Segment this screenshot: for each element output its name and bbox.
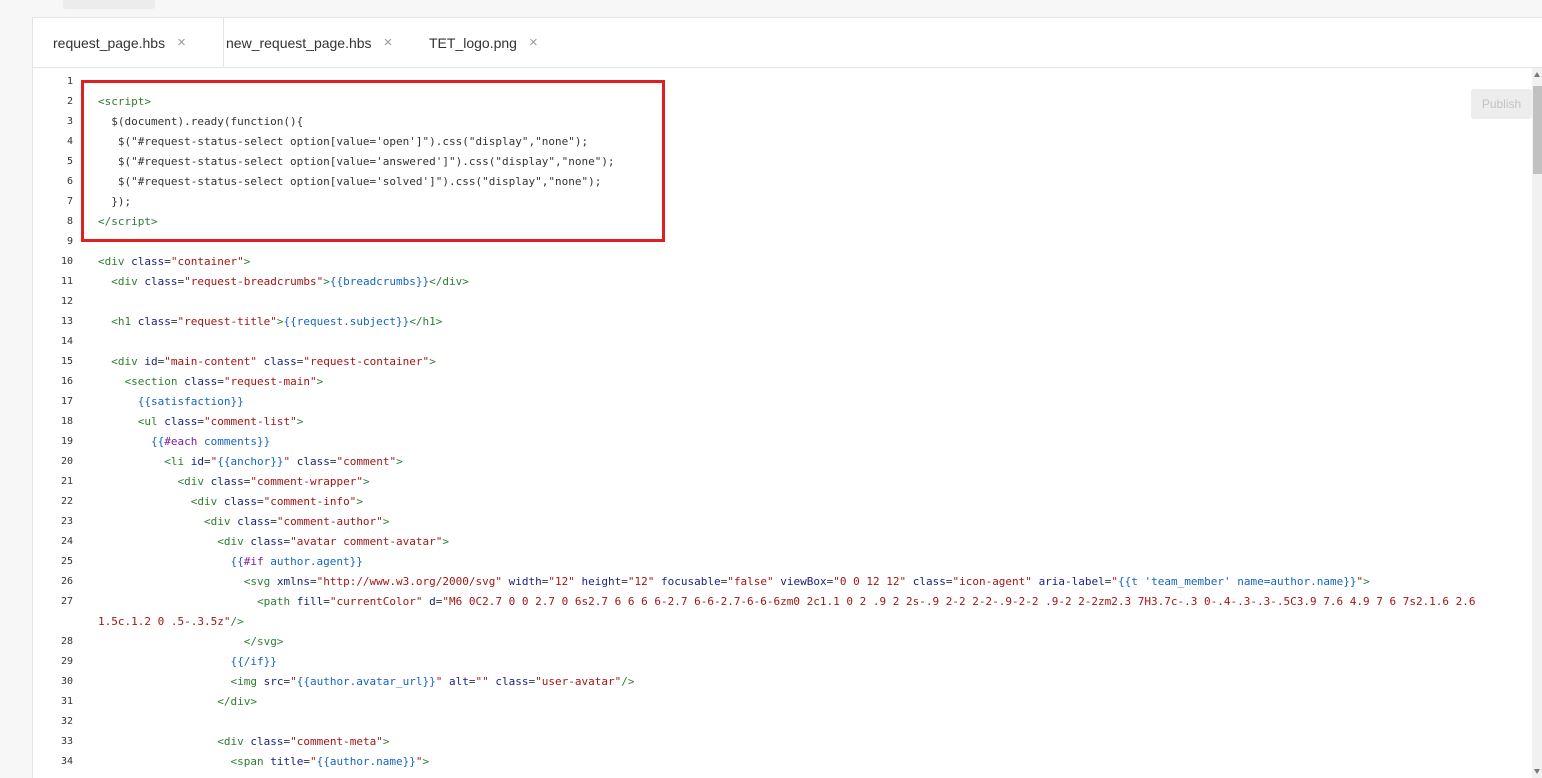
- line-text: <div class="comment-author">: [203, 515, 390, 528]
- line-number: 13: [60, 316, 73, 327]
- line-number: 16: [60, 376, 73, 387]
- line-text: {{/if}}: [230, 655, 277, 668]
- tab-request-page[interactable]: request_page.hbs ×: [33, 18, 224, 67]
- tab-new-request-page[interactable]: new_request_page.hbs ×: [226, 18, 392, 67]
- line-text: <div class="comment-meta">: [217, 735, 390, 748]
- line-text: </div>: [217, 695, 257, 708]
- line-number: 14: [60, 336, 73, 347]
- line-number: 15: [60, 356, 73, 367]
- line-number: 7: [66, 196, 73, 207]
- line-text: <ul class="comment-list">: [137, 415, 304, 428]
- tab-label: TET_logo.png: [429, 34, 517, 51]
- line-number: 4: [66, 136, 73, 147]
- line-number: 24: [60, 536, 73, 547]
- line-number: 11: [60, 276, 73, 287]
- line-number: 12: [60, 296, 73, 307]
- line-text: <svg xmlns="http://www.w3.org/2000/svg" …: [243, 575, 1370, 588]
- line-number: 1: [66, 76, 73, 87]
- line-text: {{#if author.agent}}: [230, 555, 363, 568]
- line-number: 3: [66, 116, 73, 127]
- line-text: <img src="{{author.avatar_url}}" alt="" …: [230, 675, 635, 688]
- highlight-box: [81, 80, 665, 242]
- line-text: {{satisfaction}}: [137, 395, 244, 408]
- line-number: 30: [60, 676, 73, 687]
- close-icon[interactable]: ×: [529, 34, 538, 51]
- line-text: <div class="comment-wrapper">: [177, 475, 370, 488]
- line-number: 20: [60, 456, 73, 467]
- line-number: 5: [66, 156, 73, 167]
- line-text: <li id="{{anchor}}" class="comment">: [164, 455, 403, 468]
- line-number: 27: [60, 596, 73, 607]
- line-text: {{#each comments}}: [150, 435, 271, 448]
- top-bar: [0, 0, 1542, 17]
- line-text: <div class="avatar comment-avatar">: [217, 535, 450, 548]
- line-number: 25: [60, 556, 73, 567]
- line-number: 17: [60, 396, 73, 407]
- line-number: 8: [66, 216, 73, 227]
- top-bar-button[interactable]: [63, 0, 155, 9]
- close-icon[interactable]: ×: [177, 34, 186, 51]
- line-number: 9: [66, 236, 73, 247]
- scrollbar[interactable]: [1532, 68, 1542, 778]
- line-number: 29: [60, 656, 73, 667]
- line-number: 10: [60, 256, 73, 267]
- line-text: <path fill="currentColor" d="M6 0C2.7 0 …: [256, 595, 1476, 608]
- line-number: 6: [66, 176, 73, 187]
- line-text: <div class="request-breadcrumbs">{{bread…: [111, 275, 469, 288]
- line-number: 22: [60, 496, 73, 507]
- publish-button[interactable]: Publish: [1471, 89, 1532, 119]
- tab-bar: request_page.hbs × new_request_page.hbs …: [33, 18, 1542, 68]
- line-text: 1.5c.1.2 0 .5-.3.5z"/>: [98, 615, 244, 628]
- line-number: 26: [60, 576, 73, 587]
- close-icon[interactable]: ×: [384, 34, 393, 51]
- line-number: 28: [60, 636, 73, 647]
- line-text: <span title="{{author.name}}">: [230, 755, 430, 768]
- line-number: 19: [60, 436, 73, 447]
- line-number: 31: [60, 696, 73, 707]
- tab-label: new_request_page.hbs: [226, 34, 372, 51]
- scroll-down-icon[interactable]: [1534, 769, 1540, 774]
- scroll-up-icon[interactable]: [1534, 72, 1540, 77]
- line-number: 32: [60, 716, 73, 727]
- line-number: 23: [60, 516, 73, 527]
- scrollbar-thumb[interactable]: [1533, 86, 1542, 174]
- tab-label: request_page.hbs: [53, 34, 166, 51]
- line-number: 21: [60, 476, 73, 487]
- line-number: 18: [60, 416, 73, 427]
- line-text: <div id="main-content" class="request-co…: [111, 355, 436, 368]
- line-text: <h1 class="request-title">{{request.subj…: [111, 315, 443, 328]
- line-number: 34: [60, 756, 73, 767]
- line-text: <div class="container">: [98, 255, 251, 268]
- tab-tet-logo[interactable]: TET_logo.png ×: [429, 18, 538, 67]
- line-number: 33: [60, 736, 73, 747]
- line-number: 2: [66, 96, 73, 107]
- code-editor: request_page.hbs × new_request_page.hbs …: [32, 17, 1542, 778]
- line-text: <section class="request-main">: [124, 375, 324, 388]
- line-text: </svg>: [243, 635, 284, 648]
- line-text: <div class="comment-info">: [190, 495, 363, 508]
